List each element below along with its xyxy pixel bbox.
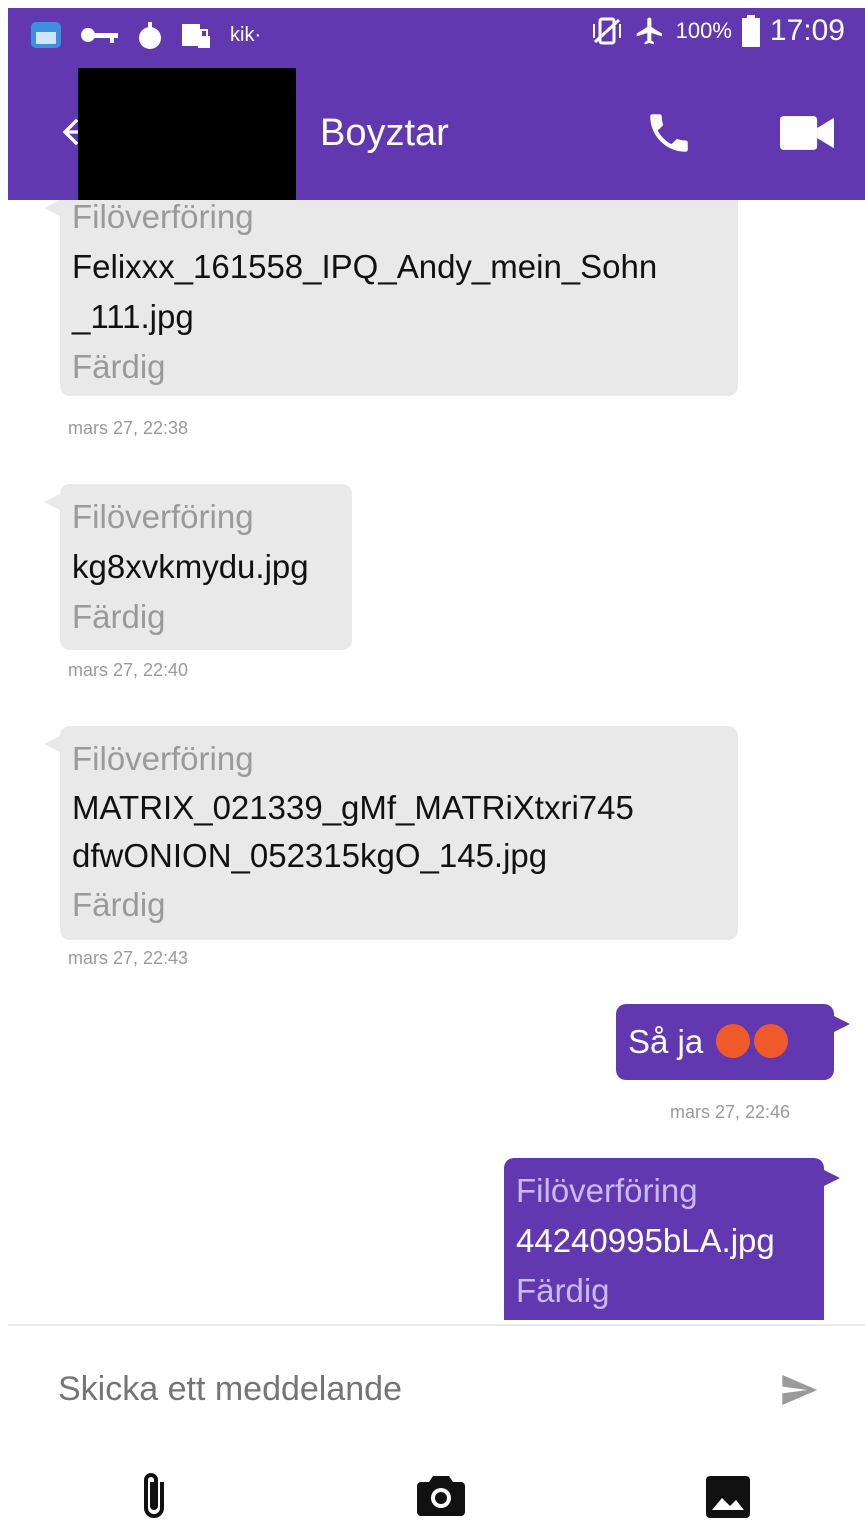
outgoing-text-bubble[interactable]: Så ja: [616, 1004, 850, 1080]
transfer-status: Färdig: [72, 886, 166, 923]
clock: 17:09: [769, 14, 845, 47]
bomb-icon: [139, 22, 161, 49]
file-name: Felixxx_161558_IPQ_Andy_mein_Sohn _111.j…: [72, 248, 658, 335]
transfer-status: Färdig: [516, 1272, 610, 1309]
transfer-status: Färdig: [72, 348, 166, 385]
outgoing-file-bubble[interactable]: Filöverföring 44240995bLA.jpg Färdig: [504, 1158, 840, 1320]
camera-icon[interactable]: [417, 1474, 465, 1516]
kik-notification-label: kik·: [230, 23, 262, 46]
attach-icon[interactable]: [140, 1470, 168, 1522]
message-text: Så ja: [628, 1023, 704, 1060]
file-name: kg8xvkmydu.jpg: [72, 548, 309, 585]
file-transfer-header: Filöverföring: [72, 740, 254, 777]
file-transfer-header: Filöverföring: [516, 1172, 698, 1209]
incoming-file-bubble[interactable]: Filöverföring Felixxx_161558_IPQ_Andy_me…: [44, 200, 738, 396]
vibrate-icon: [592, 17, 621, 45]
message-timestamp: mars 27, 22:46: [670, 1102, 791, 1122]
message-input[interactable]: [58, 1366, 738, 1412]
message-list[interactable]: Filöverföring Felixxx_161558_IPQ_Andy_me…: [0, 200, 865, 1320]
conversation-title: Boyztar: [320, 112, 449, 154]
file-transfer-header: Filöverföring: [72, 200, 254, 235]
status-bar: kik· 100% 17:09: [8, 8, 865, 64]
redacted-avatar: [78, 68, 296, 211]
transfer-status: Färdig: [72, 598, 166, 635]
airplane-mode-icon: [636, 17, 662, 45]
message-timestamp: mars 27, 22:38: [68, 418, 189, 438]
incoming-file-bubble[interactable]: Filöverföring MATRIX_021339_gMf_MATRiXtx…: [44, 726, 738, 940]
angry-face-icon: [716, 1024, 751, 1059]
battery-icon: [741, 15, 760, 47]
incoming-file-bubble[interactable]: Filöverföring kg8xvkmydu.jpg Färdig: [44, 484, 352, 650]
key-icon: [81, 28, 118, 43]
message-timestamp: mars 27, 22:40: [68, 660, 189, 680]
app-bar: Boyztar: [8, 64, 865, 211]
gallery-image-icon[interactable]: [706, 1476, 750, 1518]
app-icon: [31, 22, 61, 48]
battery-percent: 100%: [675, 18, 732, 43]
file-name: MATRIX_021339_gMf_MATRiXtxri745 dfwONION…: [72, 789, 634, 874]
message-timestamp: mars 27, 22:43: [68, 948, 189, 968]
divider: [8, 1324, 865, 1326]
file-name: 44240995bLA.jpg: [516, 1222, 775, 1259]
send-icon[interactable]: [776, 1370, 822, 1410]
sim-lock-icon: [182, 24, 210, 48]
file-transfer-header: Filöverföring: [72, 498, 254, 535]
angry-face-icon: [754, 1024, 789, 1059]
video-call-icon[interactable]: [780, 116, 834, 150]
phone-call-icon[interactable]: [640, 108, 698, 158]
